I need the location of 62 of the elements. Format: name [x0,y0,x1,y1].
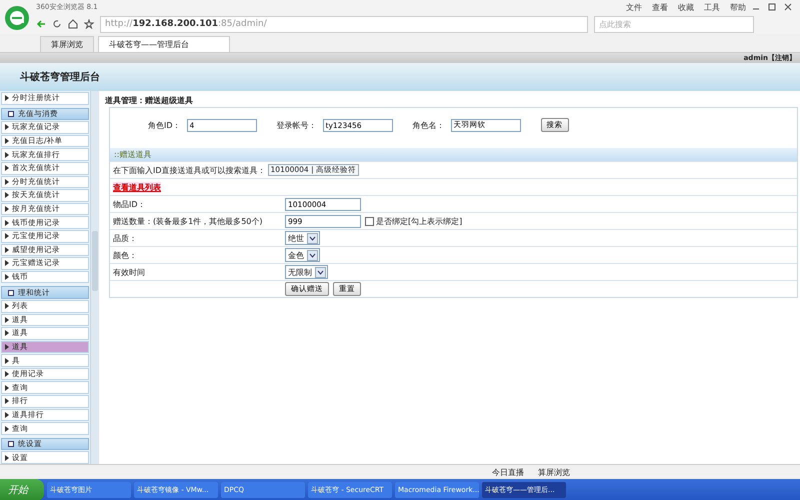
triangle-icon [5,192,9,198]
caret-icon[interactable] [307,232,318,244]
field-label: 角色ID： [148,120,181,130]
triangle-icon [5,260,9,266]
dropdown[interactable]: 金色 [285,248,320,262]
triangle-icon [5,178,9,185]
triangle-icon [5,165,9,172]
triangle-icon [5,384,9,391]
scrollbar-thumb[interactable] [92,231,98,291]
triangle-icon [5,138,9,144]
caret-icon[interactable] [315,266,326,278]
checkbox[interactable] [365,216,374,226]
triangle-icon [5,246,9,253]
caret-icon[interactable] [307,250,318,260]
triangle-icon [5,330,9,336]
triangle-icon [5,152,9,158]
triangle-icon [5,454,9,461]
browser-tab[interactable]: 斗破苍穹——管理后台 [98,36,230,52]
field-label: 在下面输入ID直接送道具或可以搜索道具： [113,164,266,176]
field-label: 颜色： [113,250,137,260]
triangle-icon [5,412,9,418]
menu-item[interactable]: 查看 [652,2,668,12]
star-icon[interactable] [84,19,94,29]
menu-item[interactable]: 帮助 [730,2,746,12]
field-label: 登录帐号： [276,120,317,130]
status-item[interactable]: 今日直播 [492,466,524,478]
dropdown[interactable]: 无限制 [285,265,328,279]
triangle-icon [5,303,9,310]
field-label: 品质： [113,234,137,242]
field-label: 角色名： [412,120,445,130]
checkbox-label: 是否绑定[勾上表示绑定] [376,216,462,226]
section-title: ::赠送道具 [114,149,152,160]
field-label: 物品ID： [113,200,146,208]
triangle-icon [5,426,9,432]
triangle-icon [5,233,9,240]
breadcrumb: 道具管理：赠送超级道具 [105,95,194,107]
refresh-icon[interactable] [52,19,62,29]
triangle-icon [5,358,9,364]
browser-tab[interactable]: 算屏浏览 [40,36,94,52]
triangle-icon [5,398,9,404]
menu-item[interactable]: 收藏 [678,2,694,12]
triangle-icon [5,344,9,350]
triangle-icon [5,316,9,323]
field-label: 赠送数量：(装备最多1件，其他最多50个) [113,216,263,226]
field-label: 有效时间 [113,268,145,276]
home-icon[interactable] [68,19,78,29]
status-item[interactable]: 算屏浏览 [538,466,570,478]
triangle-icon [5,220,9,226]
back-icon[interactable] [36,19,46,29]
menu-item[interactable]: 文件 [626,2,642,12]
page-title: 斗破苍穹管理后台 [20,70,100,84]
triangle-icon [5,95,9,102]
maximize-icon[interactable] [768,3,776,11]
menu-item[interactable]: 工具 [704,2,720,12]
triangle-icon [5,371,9,378]
item-list-link[interactable]: 查看道具列表 [113,182,161,192]
dropdown[interactable]: 绝世 [285,231,320,245]
triangle-icon [5,206,9,212]
triangle-icon [5,274,9,280]
address-field[interactable]: http://192.168.200.101:85/admin/ [100,16,588,32]
triangle-icon [5,124,9,130]
close-icon[interactable] [784,3,792,11]
